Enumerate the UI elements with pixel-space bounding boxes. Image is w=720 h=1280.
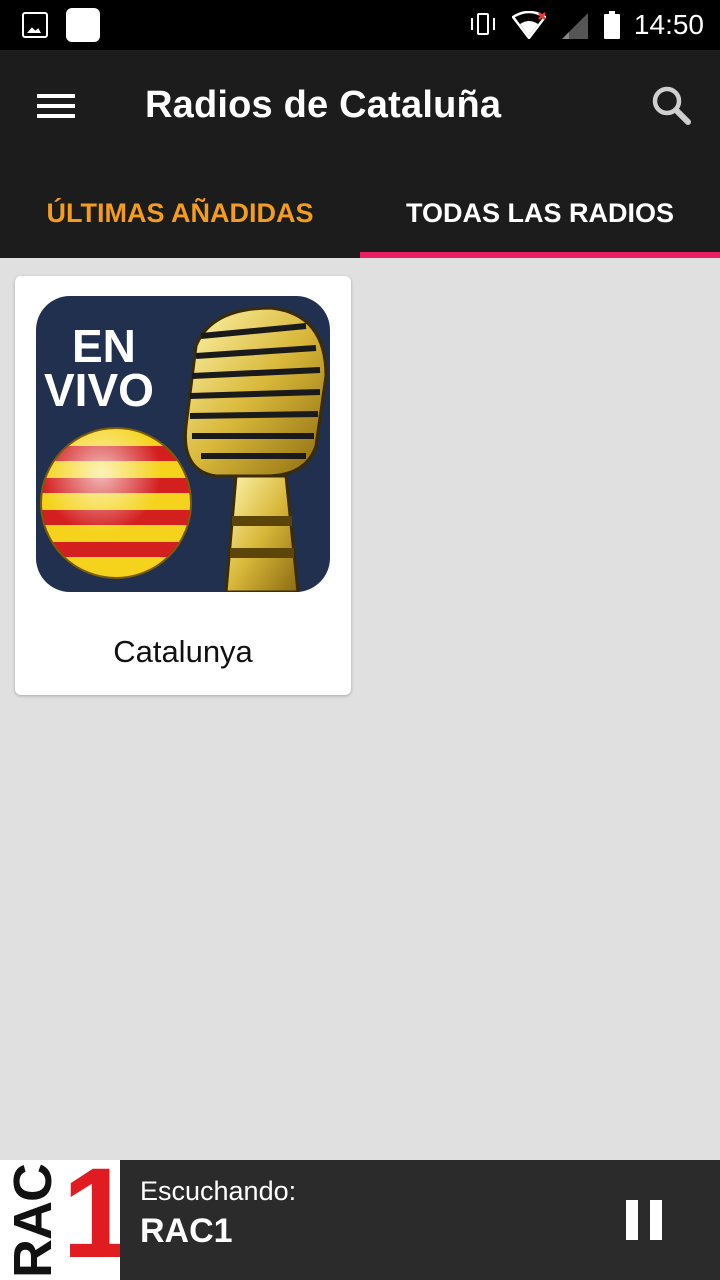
- radio-artwork: EN VIVO: [36, 296, 330, 594]
- white-square-icon: [66, 8, 100, 42]
- tab-label: TODAS LAS RADIOS: [405, 197, 675, 228]
- menu-icon[interactable]: [30, 88, 82, 128]
- logo-text: RAC: [3, 1164, 63, 1278]
- app-bar: Radios de Cataluña ÚLTIMAS AÑADIDAS TODA…: [0, 50, 720, 258]
- clock: 14:50: [633, 9, 704, 40]
- player-station-name: RAC1: [140, 1212, 233, 1250]
- vibrate-icon: [468, 10, 498, 40]
- image-icon: [22, 12, 48, 38]
- search-icon[interactable]: [646, 80, 696, 130]
- tab-bar: ÚLTIMAS AÑADIDAS TODAS LAS RADIOS: [0, 168, 720, 258]
- page-title: Radios de Cataluña: [145, 84, 502, 126]
- tab-todas-las-radios[interactable]: TODAS LAS RADIOS: [360, 168, 720, 258]
- player-status-label: Escuchando:: [140, 1176, 297, 1206]
- tab-ultimas-anadidas[interactable]: ÚLTIMAS AÑADIDAS: [0, 168, 360, 258]
- station-logo: RAC 1: [0, 1160, 120, 1280]
- wifi-icon: [511, 11, 546, 39]
- logo-number: 1: [62, 1160, 120, 1280]
- tab-label: ÚLTIMAS AÑADIDAS: [46, 197, 314, 228]
- status-bar: 14:50: [0, 0, 720, 50]
- battery-icon: [603, 11, 620, 39]
- art-text-vivo: VIVO: [44, 364, 154, 416]
- tab-indicator: [360, 252, 720, 258]
- list-item[interactable]: EN VIVO Catalunya: [15, 276, 351, 695]
- now-playing-bar[interactable]: RAC 1 Escuchando: RAC1: [0, 1160, 720, 1280]
- list-item-label: Catalunya: [113, 634, 253, 669]
- signal-icon: [560, 10, 590, 40]
- pause-icon[interactable]: [618, 1196, 670, 1244]
